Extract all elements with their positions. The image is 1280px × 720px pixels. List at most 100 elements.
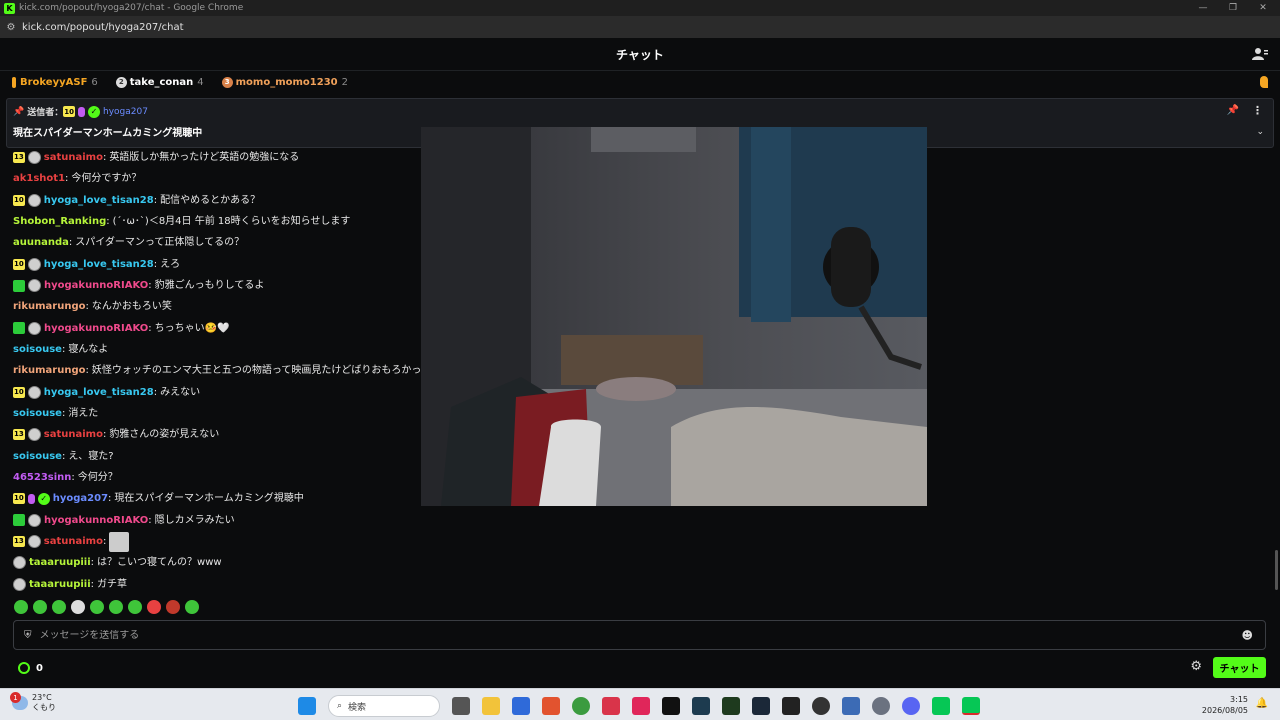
tiktok-icon[interactable]: [632, 697, 650, 715]
chat-settings-gear-icon[interactable]: ⚙: [1190, 659, 1202, 674]
app-icon[interactable]: [782, 697, 800, 715]
chrome-icon[interactable]: [572, 697, 590, 715]
gift-leaderboard: BrokeyyASF 6 2 take_conan 4 3 momo_momo1…: [0, 71, 1280, 93]
brave-browser-icon[interactable]: [542, 697, 560, 715]
emote-icon[interactable]: [109, 600, 123, 614]
chat-username[interactable]: ak1shot1: [13, 168, 65, 189]
chat-username[interactable]: Shobon_Ranking: [13, 211, 106, 232]
weather-widget[interactable]: 1 23°C くもり: [10, 692, 56, 713]
chat-username[interactable]: hyogakunnoRIAKO: [44, 510, 148, 531]
chat-text: スパイダーマンって正体隠してるの？: [75, 237, 245, 249]
pinned-username[interactable]: hyoga207: [103, 107, 148, 117]
windows-start-icon[interactable]: [298, 697, 316, 715]
chat-username[interactable]: auunanda: [13, 232, 69, 253]
address-bar[interactable]: ⚙ kick.com/popout/hyoga207/chat: [0, 16, 1280, 38]
file-explorer-icon[interactable]: [482, 697, 500, 715]
chat-username[interactable]: soisouse: [13, 446, 62, 467]
user-list-icon[interactable]: [1252, 47, 1268, 61]
leaderboard-expand-icon[interactable]: [1260, 76, 1268, 88]
broadcaster-mic-icon: [27, 493, 35, 504]
chat-text: えろ: [160, 258, 181, 270]
shield-icon: ⛨: [24, 629, 32, 641]
chat-text: 豹雅さんの姿が見えない: [109, 429, 220, 441]
emote-icon[interactable]: [33, 600, 47, 614]
line-icon[interactable]: [932, 697, 950, 715]
chat-username[interactable]: taaaruupiii: [29, 574, 91, 595]
leaderboard-name: BrokeyyASF: [20, 76, 88, 88]
emote-icon[interactable]: [147, 600, 161, 614]
minimize-button[interactable]: —: [1188, 0, 1218, 16]
taskbar-search[interactable]: ⌕ 検索: [328, 695, 440, 717]
chat-scrollbar[interactable]: [1275, 550, 1278, 590]
emote-icon[interactable]: [90, 600, 104, 614]
discord-icon[interactable]: [902, 697, 920, 715]
chat-username[interactable]: satunaimo: [44, 531, 103, 552]
weather-temperature: 23°C: [32, 693, 52, 702]
task-view-icon[interactable]: [452, 697, 470, 715]
emote-icon[interactable]: [128, 600, 142, 614]
notification-bell-icon[interactable]: 🔔: [1256, 698, 1268, 709]
unpin-icon[interactable]: 📌: [1227, 105, 1239, 116]
chat-input-box[interactable]: ⛨ ☻: [13, 620, 1266, 650]
chat-username[interactable]: satunaimo: [44, 147, 103, 168]
app-icon[interactable]: [512, 697, 530, 715]
chat-message-input[interactable]: [39, 629, 1220, 641]
chat-username[interactable]: hyoga_love_tisan28: [44, 382, 154, 403]
emote-icon[interactable]: [166, 600, 180, 614]
leaderboard-item[interactable]: 2 take_conan 4: [115, 76, 204, 88]
broadcaster-mic-icon: [77, 106, 85, 117]
stream-video[interactable]: [421, 127, 927, 506]
user-avatar: [27, 428, 41, 442]
leaderboard-item[interactable]: 3 momo_momo1230 2: [221, 76, 348, 88]
gift-badge-icon: [13, 279, 25, 292]
chat-username[interactable]: hyoga_love_tisan28: [44, 254, 154, 275]
site-settings-icon[interactable]: ⚙: [0, 22, 22, 33]
separator: :: [153, 194, 158, 206]
separator: :: [148, 514, 152, 526]
browser-title-bar: K kick.com/popout/hyoga207/chat - Google…: [0, 0, 1280, 16]
window-title: kick.com/popout/hyoga207/chat - Google C…: [19, 3, 244, 13]
chat-username[interactable]: hyogakunnoRIAKO: [44, 275, 148, 296]
separator: :: [71, 471, 75, 483]
restore-button[interactable]: ❐: [1218, 0, 1248, 16]
settings-icon[interactable]: [872, 697, 890, 715]
chat-username[interactable]: satunaimo: [44, 424, 103, 445]
chat-username[interactable]: hyogakunnoRIAKO: [44, 318, 148, 339]
chat-username[interactable]: taaaruupiii: [29, 552, 91, 573]
leaderboard-count: 6: [91, 76, 98, 88]
emote-icon[interactable]: [14, 600, 28, 614]
send-chat-button[interactable]: チャット: [1213, 657, 1266, 678]
taskbar-clock[interactable]: 3:15 2026/08/05: [1202, 694, 1248, 716]
close-window-button[interactable]: ✕: [1248, 0, 1278, 16]
channel-points-icon[interactable]: [18, 662, 30, 674]
chat-username[interactable]: hyoga_love_tisan28: [44, 190, 154, 211]
app-icon[interactable]: [692, 697, 710, 715]
app-icon[interactable]: [602, 697, 620, 715]
separator: :: [68, 237, 73, 249]
chevron-down-icon[interactable]: ⌄: [1256, 127, 1264, 137]
emote-icon[interactable]: [71, 600, 85, 614]
chat-username[interactable]: rikumarungo: [13, 360, 86, 381]
chat-username[interactable]: 46523sinn: [13, 467, 71, 488]
user-avatar: [27, 385, 41, 399]
separator: :: [85, 301, 89, 313]
app-icon[interactable]: [812, 697, 830, 715]
steam-icon[interactable]: [752, 697, 770, 715]
kick-app-icon[interactable]: [722, 697, 740, 715]
more-options-icon[interactable]: ⋮: [1252, 104, 1263, 117]
chat-username[interactable]: soisouse: [13, 403, 62, 424]
chat-username[interactable]: soisouse: [13, 339, 62, 360]
emoji-picker-icon[interactable]: ☻: [1242, 629, 1253, 642]
app-icon[interactable]: [842, 697, 860, 715]
chat-username[interactable]: rikumarungo: [13, 296, 86, 317]
app-icon[interactable]: [662, 697, 680, 715]
chat-text: 妖怪ウォッチのエンマ大王と五つの物語って映画見たけどばりおもろかったよ: [91, 365, 442, 377]
emote-quickbar: [14, 600, 204, 614]
emote-icon[interactable]: [185, 600, 199, 614]
emote-icon[interactable]: [52, 600, 66, 614]
line-icon[interactable]: [962, 697, 980, 715]
search-icon: ⌕: [337, 701, 343, 711]
chat-username[interactable]: hyoga207: [53, 488, 108, 509]
user-avatar: [13, 556, 26, 570]
leaderboard-item[interactable]: BrokeyyASF 6: [12, 76, 98, 88]
